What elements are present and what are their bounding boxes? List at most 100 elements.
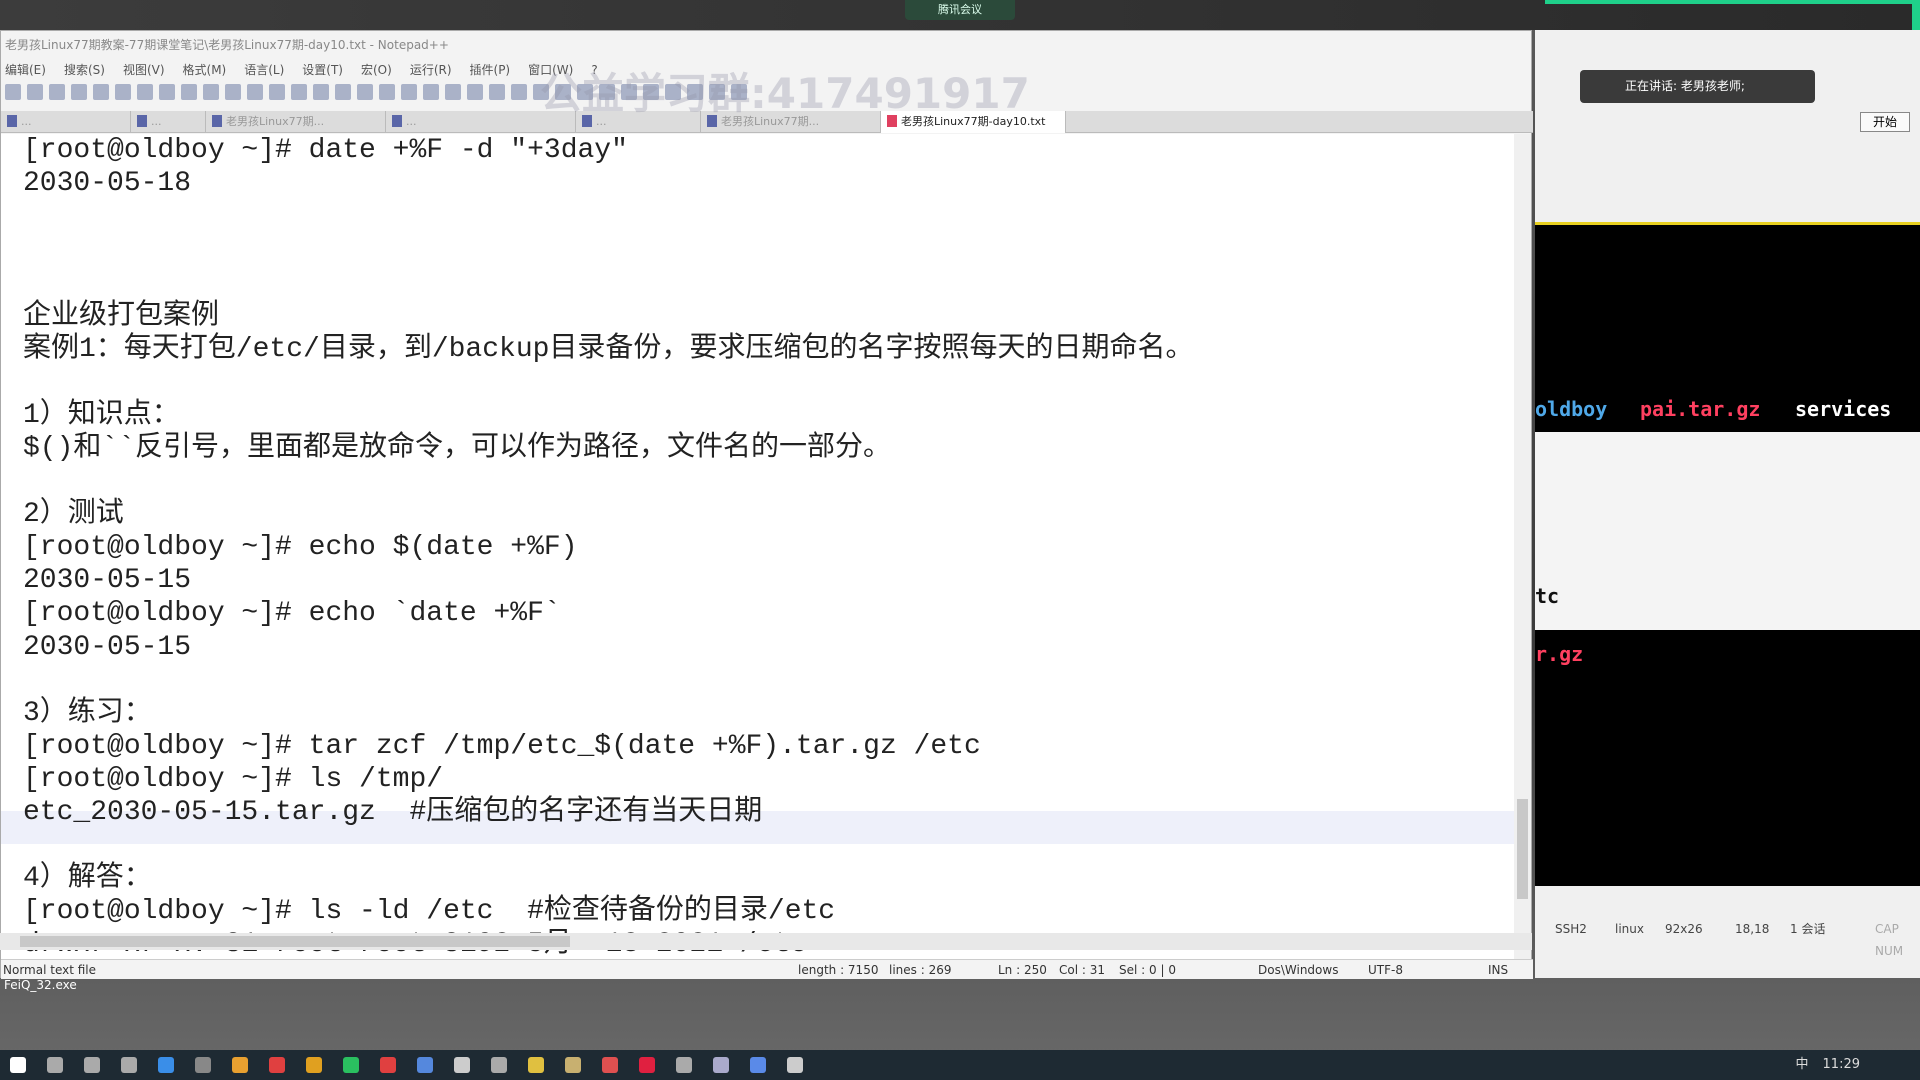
taskbar-app-icon[interactable] <box>602 1057 618 1073</box>
toolbar-button-icon[interactable] <box>335 84 351 100</box>
toolbar-button-icon[interactable] <box>159 84 175 100</box>
text-line: 2030-05-15 <box>23 565 192 597</box>
meeting-indicator[interactable]: 腾讯会议 <box>905 0 1015 20</box>
clock[interactable]: 11:29 <box>1823 1050 1860 1080</box>
text-line: [root@oldboy ~]# echo `date +%F` <box>23 598 561 630</box>
tab[interactable]: ... <box>131 111 206 133</box>
menu-item[interactable]: 语言(L) <box>244 59 284 81</box>
tab-label: ... <box>21 115 32 128</box>
file-icon <box>137 115 147 127</box>
term-dir: oldboy <box>1535 397 1608 421</box>
menu-item[interactable]: 搜索(S) <box>64 59 105 81</box>
toolbar-button-icon[interactable] <box>445 84 461 100</box>
status-keys: CAP NUM <box>1875 922 1904 958</box>
taskbar-app-icon[interactable] <box>787 1057 803 1073</box>
menu-item[interactable]: 设置(T) <box>302 59 343 81</box>
taskbar-app-icon[interactable] <box>306 1057 322 1073</box>
taskbar-app-icon[interactable] <box>454 1057 470 1073</box>
toolbar-button-icon[interactable] <box>269 84 285 100</box>
taskbar-app-icon[interactable] <box>528 1057 544 1073</box>
status-sessions: 1 会话 <box>1790 922 1826 936</box>
taskbar-app-icon[interactable] <box>639 1057 655 1073</box>
horizontal-scrollbar[interactable] <box>0 933 1532 950</box>
toolbar-button-icon[interactable] <box>5 84 21 100</box>
taskbar-app-icon[interactable] <box>676 1057 692 1073</box>
toolbar-button-icon[interactable] <box>115 84 131 100</box>
toolbar-button-icon[interactable] <box>203 84 219 100</box>
terminal-output: oldboy pai.tar.gz services <box>1535 222 1920 432</box>
menu-item[interactable]: 视图(V) <box>123 59 165 81</box>
menu-item[interactable]: 运行(R) <box>410 59 452 81</box>
file-icon <box>7 115 17 127</box>
text-line: [root@oldboy ~]# tar zcf /tmp/etc_$(date… <box>23 730 981 762</box>
text-line: 4）解答： <box>23 863 152 895</box>
toolbar-button-icon[interactable] <box>357 84 373 100</box>
watermark: 公益学习群:417491917 <box>540 69 1030 118</box>
status-length: length : 7150 <box>798 963 879 977</box>
toolbar-button-icon[interactable] <box>489 84 505 100</box>
menu-item[interactable]: 宏(O) <box>361 59 392 81</box>
taskbar-app-icon[interactable] <box>195 1057 211 1073</box>
taskbar-app-icon[interactable] <box>121 1057 137 1073</box>
text-line: etc_2030-05-15.tar.gz #压缩包的名字还有当天日期 <box>23 797 763 828</box>
taskbar-app-icon[interactable] <box>565 1057 581 1073</box>
toolbar-button-icon[interactable] <box>313 84 329 100</box>
taskbar-app-icon[interactable] <box>417 1057 433 1073</box>
taskbar-app-icon[interactable] <box>713 1057 729 1073</box>
search-icon[interactable] <box>47 1057 63 1073</box>
toolbar-button-icon[interactable] <box>225 84 241 100</box>
scroll-thumb[interactable] <box>1517 799 1528 899</box>
terminal-status-bar: SSH2 linux 92x26 18,18 1 会话 CAP NUM <box>1535 918 1920 958</box>
text-line: 企业级打包案例 <box>23 300 220 332</box>
terminal-window: oldboy pai.tar.gz services tc r.gz <box>1535 30 1920 978</box>
taskbar-app-icon[interactable] <box>232 1057 248 1073</box>
status-ln: Ln : 250 <box>998 963 1047 977</box>
tab-label: ... <box>151 115 162 128</box>
tab[interactable]: ... <box>1 111 131 133</box>
text-line: $()和``反引号，里面都是放命令，可以作为路径，文件名的一部分。 <box>23 432 892 464</box>
toolbar-button-icon[interactable] <box>71 84 87 100</box>
text-line: [root@oldboy ~]# date +%F -d "+3day" <box>23 135 628 166</box>
start-icon[interactable] <box>10 1057 26 1073</box>
start-button[interactable]: 开始 <box>1860 112 1910 132</box>
text-line: 2030-05-15 <box>23 631 192 663</box>
notepad-window: 老男孩Linux77期教案-77期课堂笔记\老男孩Linux77期-day10.… <box>0 30 1533 979</box>
window-title: 老男孩Linux77期教案-77期课堂笔记\老男孩Linux77期-day10.… <box>5 38 449 52</box>
ime-indicator[interactable]: 中 <box>1796 1050 1809 1080</box>
status-bar: Normal text file length : 7150 lines : 2… <box>1 959 1533 979</box>
toolbar-button-icon[interactable] <box>511 84 527 100</box>
toolbar-button-icon[interactable] <box>291 84 307 100</box>
toolbar-button-icon[interactable] <box>401 84 417 100</box>
scroll-thumb[interactable] <box>20 936 570 947</box>
taskbar-app-icon[interactable] <box>380 1057 396 1073</box>
toolbar-button-icon[interactable] <box>137 84 153 100</box>
toolbar-button-icon[interactable] <box>27 84 43 100</box>
menu-item[interactable]: 编辑(E) <box>5 59 46 81</box>
taskbar-app-icon[interactable] <box>343 1057 359 1073</box>
taskbar-app-icon[interactable] <box>491 1057 507 1073</box>
text-line: 3）练习： <box>23 697 152 729</box>
taskbar-app-icon[interactable] <box>158 1057 174 1073</box>
status-size: 92x26 <box>1665 922 1703 936</box>
vertical-scrollbar[interactable] <box>1514 134 1531 964</box>
toolbar-button-icon[interactable] <box>181 84 197 100</box>
taskbar-app-icon[interactable] <box>84 1057 100 1073</box>
toolbar-button-icon[interactable] <box>247 84 263 100</box>
toolbar-button-icon[interactable] <box>467 84 483 100</box>
toolbar-button-icon[interactable] <box>423 84 439 100</box>
share-border <box>1545 0 1920 4</box>
toolbar-button-icon[interactable] <box>379 84 395 100</box>
menu-item[interactable]: 插件(P) <box>470 59 511 81</box>
tab[interactable]: 老男孩Linux77期... <box>206 111 386 133</box>
toolbar-button-icon[interactable] <box>49 84 65 100</box>
status-sel: Sel : 0 | 0 <box>1119 963 1176 977</box>
menu-item[interactable]: 格式(M) <box>183 59 227 81</box>
desktop-label[interactable]: FeiQ_32.exe <box>4 978 77 992</box>
text-area[interactable]: [root@oldboy ~]# date +%F -d "+3day" 2030… <box>1 134 1516 964</box>
status-host: linux <box>1615 922 1644 936</box>
toolbar-button-icon[interactable] <box>93 84 109 100</box>
taskbar-app-icon[interactable] <box>269 1057 285 1073</box>
status-col: Col : 31 <box>1059 963 1105 977</box>
taskbar-app-icon[interactable] <box>750 1057 766 1073</box>
tab-label: ... <box>406 115 417 128</box>
